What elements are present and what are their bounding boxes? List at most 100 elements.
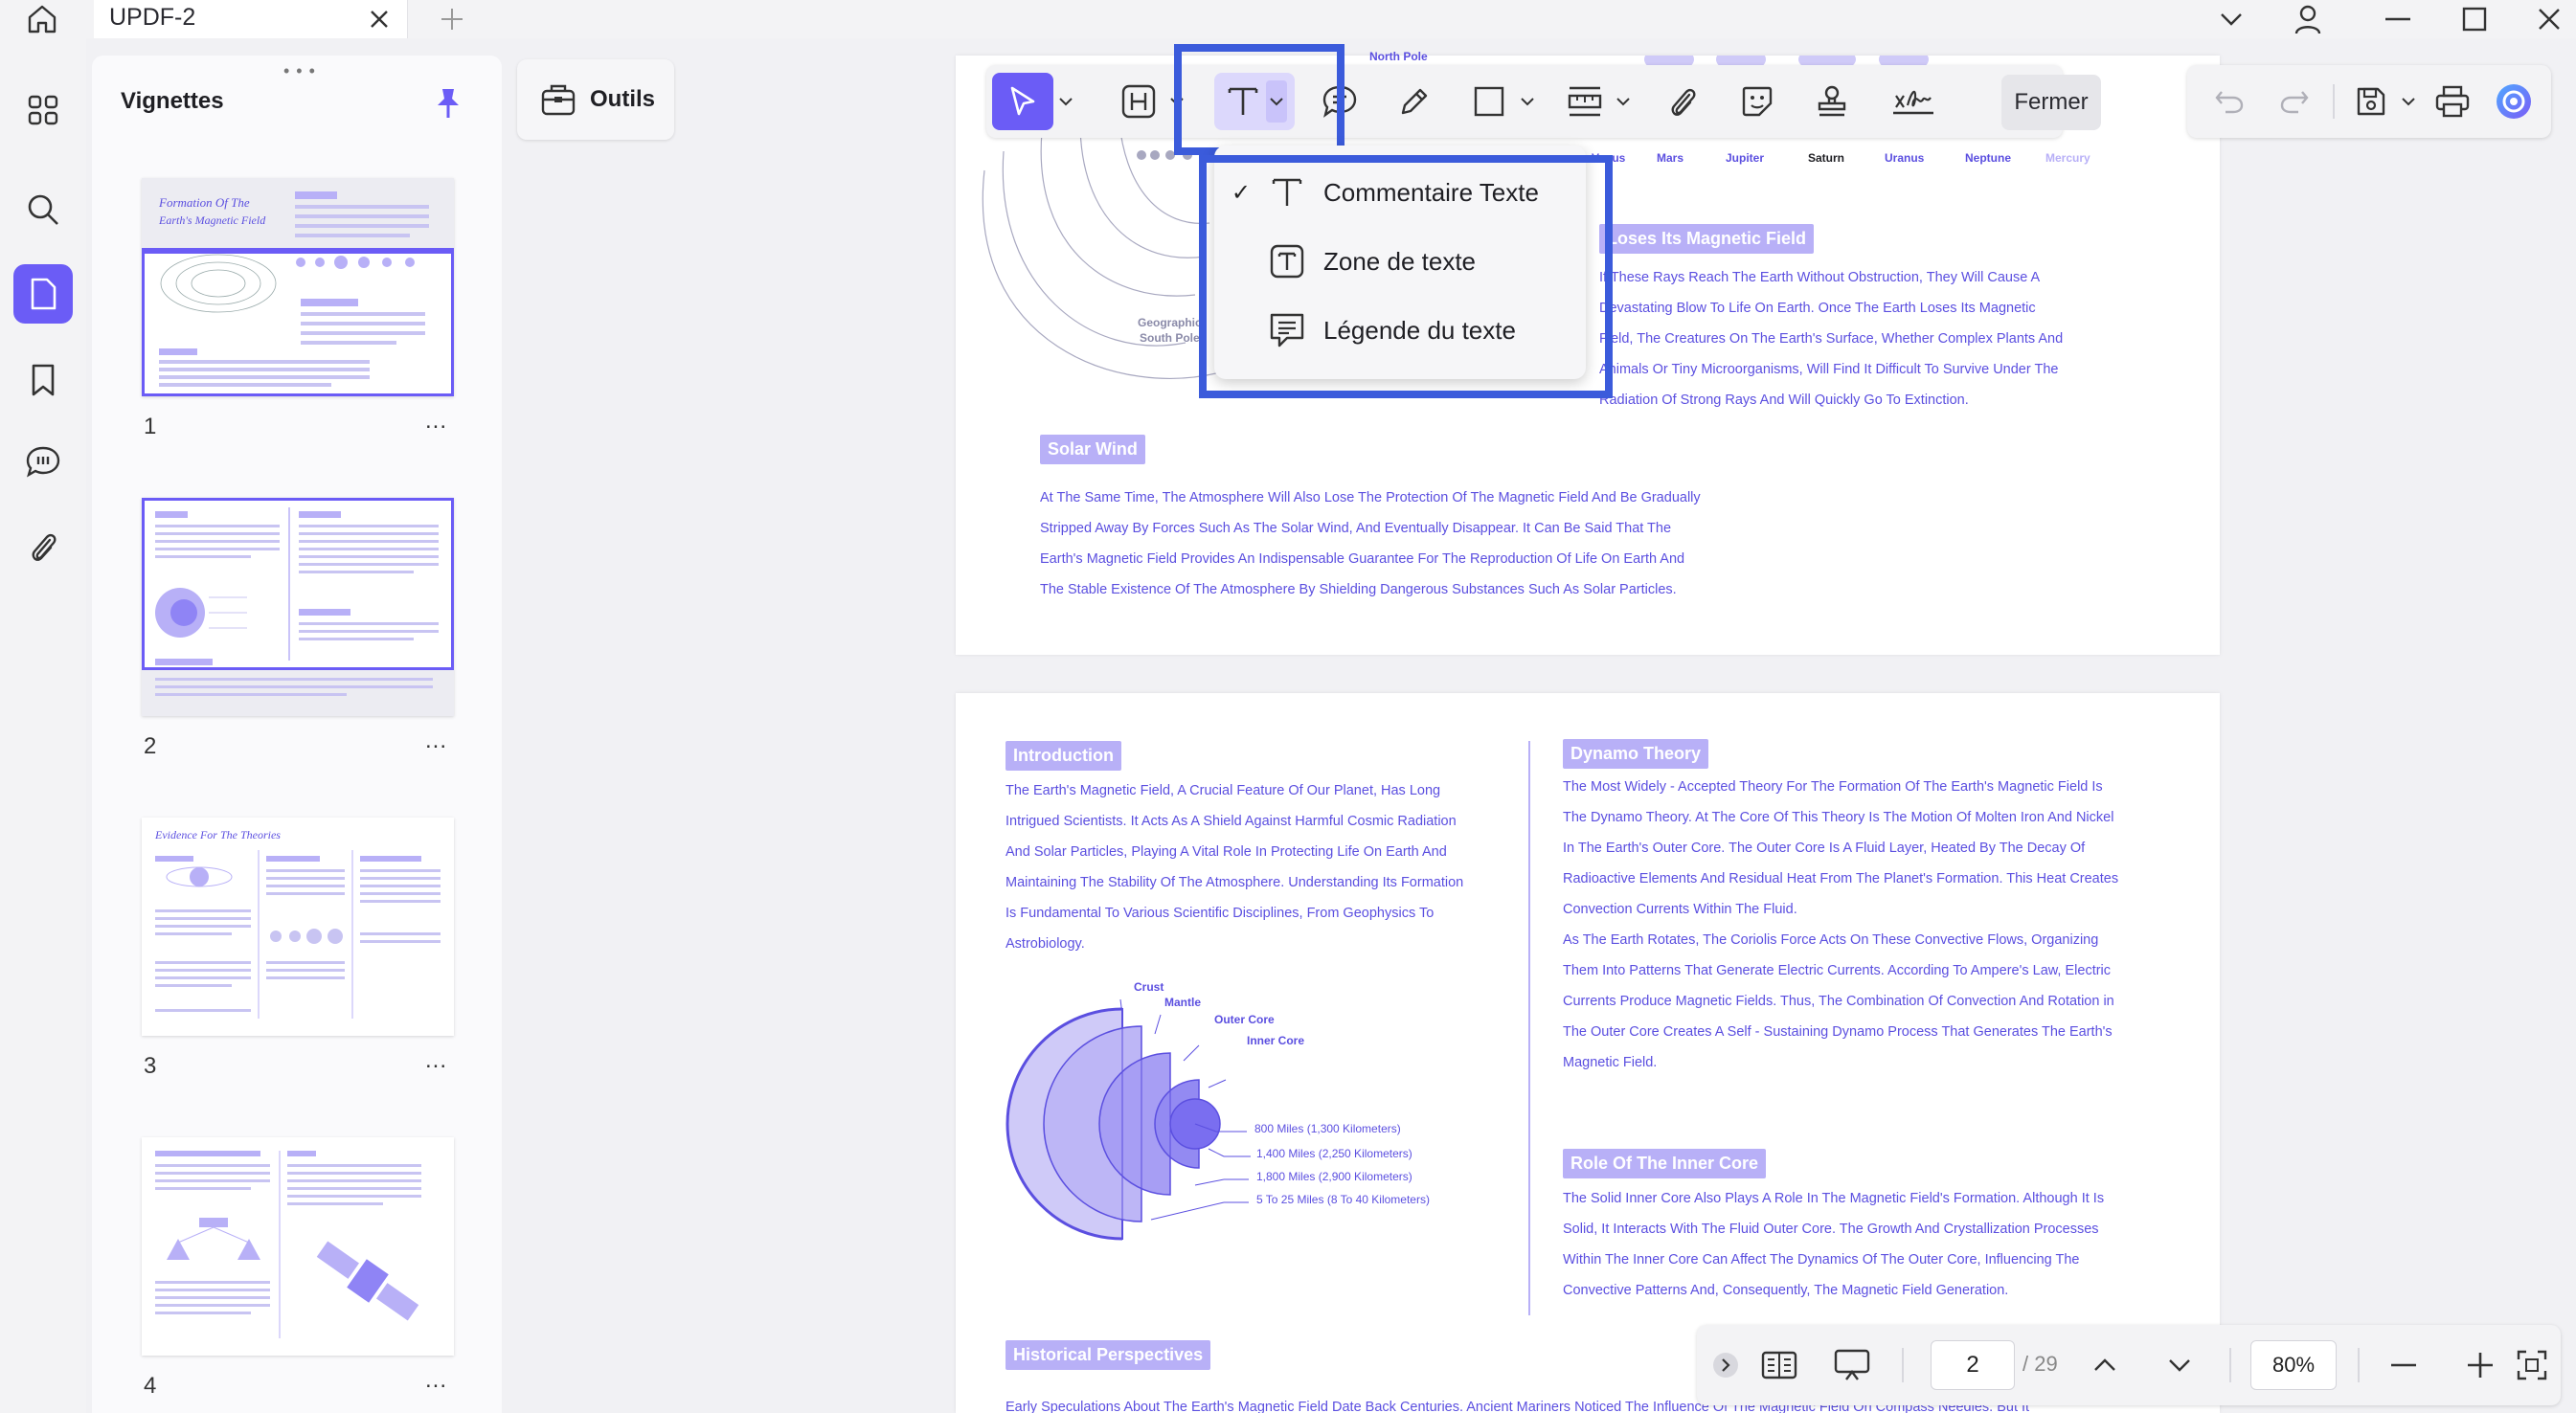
document-page-2: Introduction The Earth's Magnetic Field,… xyxy=(956,693,2220,1413)
thumbnail-more-button[interactable]: ... xyxy=(425,408,447,435)
save-icon[interactable] xyxy=(2346,73,2396,130)
panel-grip[interactable]: • • • xyxy=(283,61,316,81)
stamp-icon[interactable] xyxy=(1806,73,1858,130)
comments-icon[interactable] xyxy=(13,433,73,492)
planet-label: Neptune xyxy=(1965,151,2011,165)
undo-icon[interactable] xyxy=(2204,73,2254,130)
total-pages: / 29 xyxy=(2022,1352,2058,1376)
thumbnail-page-3[interactable]: Evidence For The Theories xyxy=(142,818,454,1036)
north-pole-label: North Pole xyxy=(1369,50,1428,63)
paragraph-line: At The Same Time, The Atmosphere Will Al… xyxy=(1040,490,1701,505)
thumbnail-page-4[interactable] xyxy=(142,1137,454,1356)
paragraph-line: The Solid Inner Core Also Plays A Role I… xyxy=(1563,1191,2105,1206)
fit-page-icon[interactable] xyxy=(2511,1340,2553,1390)
paragraph-line: The Most Widely - Accepted Theory For Th… xyxy=(1563,779,2103,795)
close-tools-button[interactable]: Fermer xyxy=(2001,75,2101,130)
section-heading: Dynamo Theory xyxy=(1563,739,1709,769)
tools-pane-button[interactable]: Outils xyxy=(517,59,674,140)
collapse-bar-icon[interactable] xyxy=(1706,1340,1745,1390)
attachment-icon[interactable] xyxy=(13,517,73,576)
chevron-down-icon[interactable] xyxy=(1613,92,1634,111)
highlight-tool-icon[interactable] xyxy=(1113,73,1164,130)
layer-label: Crust xyxy=(1134,980,1164,994)
new-tab-icon[interactable] xyxy=(433,3,471,35)
paragraph-line: Solid, It Interacts With The Fluid Outer… xyxy=(1563,1222,2099,1237)
maximize-icon[interactable] xyxy=(2448,0,2501,38)
presentation-icon[interactable] xyxy=(1827,1340,1877,1390)
thumbnail-more-button[interactable]: ... xyxy=(425,1047,447,1074)
reading-mode-icon[interactable] xyxy=(1754,1340,1804,1390)
paragraph-line: If These Rays Reach The Earth Without Ob… xyxy=(1599,270,2041,285)
home-icon[interactable] xyxy=(21,0,63,38)
document-tab[interactable]: UPDF-2 xyxy=(94,0,408,38)
thumbnail-more-button[interactable]: ... xyxy=(425,1367,447,1394)
pencil-icon[interactable] xyxy=(1389,73,1440,130)
previous-page-icon[interactable] xyxy=(2080,1340,2130,1390)
signature-icon[interactable] xyxy=(1885,73,1942,130)
redo-icon[interactable] xyxy=(2270,73,2319,130)
section-heading: Introduction xyxy=(1006,741,1121,771)
zoom-in-icon[interactable] xyxy=(2455,1340,2505,1390)
chevron-down-icon[interactable] xyxy=(1517,92,1538,111)
chevron-down-icon[interactable] xyxy=(1055,92,1076,111)
thumbnails-title: Vignettes xyxy=(121,88,224,114)
grid-view-icon[interactable] xyxy=(13,80,73,140)
page-number-input[interactable]: 2 xyxy=(1931,1340,2015,1390)
planet-label: Mercury xyxy=(2045,151,2090,165)
paragraph-line: Earth's Magnetic Field Provides An Indis… xyxy=(1040,551,1685,567)
depth-label: 1,800 Miles (2,900 Kilometers) xyxy=(1256,1170,1412,1183)
planet-label: Jupiter xyxy=(1726,151,1765,165)
planet-label: Saturn xyxy=(1808,151,1845,165)
thumbnail-page-number: 1 xyxy=(144,414,157,439)
svg-text:Evidence For The Theories: Evidence For The Theories xyxy=(154,828,281,841)
highlight-box-text-tool xyxy=(1174,44,1344,155)
section-heading: Loses Its Magnetic Field xyxy=(1599,224,1815,254)
chevron-down-icon[interactable] xyxy=(2398,92,2419,111)
minimize-icon[interactable] xyxy=(2371,0,2425,38)
chevron-down-icon[interactable] xyxy=(2204,0,2258,38)
paragraph-line: Radiation Of Strong Rays And Will Quickl… xyxy=(1599,392,1969,408)
paragraph-line: Them Into Patterns That Generate Electri… xyxy=(1563,963,2112,978)
section-heading: Role Of The Inner Core xyxy=(1563,1149,1767,1178)
layer-label: Inner Core xyxy=(1247,1034,1305,1047)
thumbnail-page-2[interactable] xyxy=(142,498,454,716)
paragraph-line: And Solar Particles, Playing A Vital Rol… xyxy=(1006,844,1447,860)
paragraph-line: Is Fundamental To Various Scientific Dis… xyxy=(1006,906,1435,921)
close-tab-icon[interactable] xyxy=(363,3,395,35)
zoom-out-icon[interactable] xyxy=(2379,1340,2429,1390)
print-icon[interactable] xyxy=(2427,73,2478,130)
right-toolbar xyxy=(2187,65,2551,138)
thumbnail-more-button[interactable]: ... xyxy=(425,728,447,754)
attachment-icon[interactable] xyxy=(1657,73,1708,130)
geographic-label: Geographic xyxy=(1138,316,1202,329)
bookmark-icon[interactable] xyxy=(13,350,73,410)
layer-label: Outer Core xyxy=(1214,1013,1275,1026)
account-icon[interactable] xyxy=(2281,0,2335,38)
close-window-icon[interactable] xyxy=(2522,0,2576,38)
paragraph-line: Field, The Creatures On The Earth's Surf… xyxy=(1599,331,2064,347)
thumbnail-page-number: 4 xyxy=(144,1373,157,1399)
planet-label: Uranus xyxy=(1885,151,1925,165)
search-icon[interactable] xyxy=(13,180,73,239)
paragraph-line: Convection Currents Within The Fluid. xyxy=(1563,902,1797,917)
paragraph-line: The Earth's Magnetic Field, A Crucial Fe… xyxy=(1006,783,1441,798)
thumbnail-page-1[interactable]: Formation Of The Earth's Magnetic Field xyxy=(142,178,454,396)
paragraph-line: Animals Or Tiny Microorganisms, Will Fin… xyxy=(1599,362,2059,377)
next-page-icon[interactable] xyxy=(2155,1340,2204,1390)
paragraph-line: Maintaining The Stability Of The Atmosph… xyxy=(1006,875,1464,890)
paragraph-line: The Dynamo Theory. At The Core Of This T… xyxy=(1563,810,2114,825)
paragraph-line: Stripped Away By Forces Such As The Sola… xyxy=(1040,521,1672,536)
paragraph-line: The Stable Existence Of The Atmosphere B… xyxy=(1040,582,1677,597)
sticker-icon[interactable] xyxy=(1731,73,1783,130)
ai-assistant-icon[interactable] xyxy=(2488,73,2540,130)
measure-icon[interactable] xyxy=(1559,73,1611,130)
zoom-level[interactable]: 80% xyxy=(2250,1340,2337,1390)
paragraph-line: The Outer Core Creates A Self - Sustaini… xyxy=(1563,1024,2113,1040)
thumbnail-page-number: 2 xyxy=(144,733,157,759)
rectangle-icon[interactable] xyxy=(1463,73,1515,130)
separator xyxy=(2229,1348,2231,1382)
planet-label: Mars xyxy=(1657,151,1684,165)
pin-icon[interactable] xyxy=(429,84,467,123)
thumbnails-icon[interactable] xyxy=(13,264,73,324)
select-tool-icon[interactable] xyxy=(992,73,1053,130)
